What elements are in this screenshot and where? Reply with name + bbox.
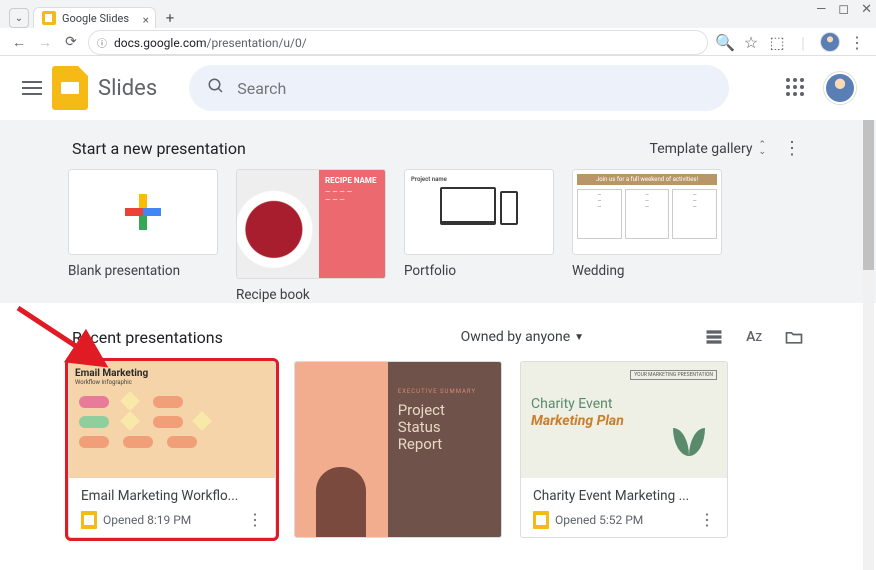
open-picker-icon[interactable] [784,327,804,347]
template-gallery-section: Start a new presentation Template galler… [0,120,876,303]
template-portfolio[interactable]: Project name Portfolio [404,169,554,279]
product-name: Slides [98,76,157,101]
window-controls: — ◻ ✕ [816,2,872,17]
template-label: Blank presentation [68,263,218,279]
template-wedding[interactable]: Join us for a full weekend of activities… [572,169,722,279]
app-header: Slides [0,56,876,120]
plus-icon [69,170,217,254]
recent-section: Recent presentations Owned by anyone ▼ A… [0,303,876,558]
tab-title: Google Slides [62,12,129,25]
owner-filter-label: Owned by anyone [461,329,571,345]
tab-strip: ⌄ Google Slides × + — ◻ ✕ [0,0,876,28]
thumb-title: Email Marketing [75,368,269,379]
sort-az-icon[interactable]: AZ [746,327,762,347]
chrome-menu-icon[interactable]: ⋮ [848,33,866,51]
main-menu-button[interactable] [20,76,44,100]
minimize-icon[interactable]: — [816,2,826,17]
unfold-icon: ⌃⌄ [758,142,766,156]
zoom-icon[interactable]: 🔍 [716,33,734,51]
caret-down-icon: ▼ [574,332,584,343]
scrollbar[interactable] [863,120,874,570]
templates-row: Blank presentation RECIPE NAME— — — —— —… [68,169,808,279]
maximize-icon[interactable]: ◻ [838,2,849,17]
phone-icon [500,191,518,225]
template-gallery-button[interactable]: Template gallery ⌃⌄ [650,141,766,157]
doc-card-project-status[interactable]: EXECUTIVE SUMMARY ProjectStatusReport Pr… [294,361,502,538]
extensions-icon[interactable]: ⬚ [768,33,786,51]
template-recipe-book[interactable]: RECIPE NAME— — — —— — — Recipe book [236,169,386,279]
template-blank[interactable]: Blank presentation [68,169,218,279]
recent-heading: Recent presentations [72,328,223,347]
close-window-icon[interactable]: ✕ [861,2,872,17]
doc-title: Charity Event Marketing ... [533,488,715,504]
portfolio-badge: Project name [411,176,447,183]
doc-card-email-marketing[interactable]: Email Marketing Workflow Infographic [68,361,276,538]
chevron-down-icon: ⌄ [15,13,23,24]
browser-chrome: ⌄ Google Slides × + — ◻ ✕ ← → ⟳ ⓘ docs.g… [0,0,876,56]
wedding-banner: Join us for a full weekend of activities… [577,174,717,185]
thumb-subtitle: Workflow Infographic [75,379,269,386]
recent-docs-row: Email Marketing Workflow Infographic [68,361,808,538]
list-view-icon[interactable] [704,327,724,347]
forward-icon[interactable]: → [36,34,54,51]
profile-chip[interactable]: ⌄ [9,8,29,28]
back-icon[interactable]: ← [10,34,28,51]
scrollbar-thumb[interactable] [863,120,874,270]
new-tab-button[interactable]: + [160,8,180,28]
address-bar[interactable]: ⓘ docs.google.com/presentation/u/0/ [88,30,708,55]
doc-more-button[interactable]: ⋮ [699,510,715,529]
template-label: Wedding [572,263,722,279]
recipe-photo [237,170,319,278]
search-icon [207,77,225,100]
slides-file-icon [533,511,549,529]
leaf-icon [673,428,713,468]
gallery-heading: Start a new presentation [72,139,246,158]
main-content: Start a new presentation Template galler… [0,120,876,570]
url-path: /presentation/u/0/ [207,36,307,50]
slides-logo-icon[interactable] [52,66,88,110]
doc-card-charity-event[interactable]: YOUR MARKETING PRESENTATION Charity Even… [520,361,728,538]
laptop-icon [440,187,496,225]
doc-thumbnail: Email Marketing Workflow Infographic [69,362,275,478]
reload-icon[interactable]: ⟳ [62,34,80,50]
browser-tab[interactable]: Google Slides × [33,7,156,28]
bookmark-icon[interactable]: ☆ [742,33,760,51]
doc-opened-time: Opened 5:52 PM [555,513,693,527]
thumb-badge: EXECUTIVE SUMMARY [398,388,476,395]
profile-avatar-icon[interactable] [820,32,840,52]
gallery-more-button[interactable]: ⋮ [780,138,804,159]
doc-thumbnail: EXECUTIVE SUMMARY ProjectStatusReport [295,362,501,537]
owner-filter-button[interactable]: Owned by anyone ▼ [461,329,584,345]
google-apps-icon[interactable] [786,78,806,98]
url-domain: docs.google.com [114,36,207,50]
thumb-tag: YOUR MARKETING PRESENTATION [630,370,717,380]
divider: | [794,33,812,51]
close-tab-icon[interactable]: × [143,13,149,27]
doc-more-button[interactable]: ⋮ [247,510,263,529]
slides-file-icon [81,511,97,529]
template-gallery-label: Template gallery [650,141,753,157]
site-info-icon[interactable]: ⓘ [97,39,107,50]
recipe-badge: RECIPE NAME [325,176,379,185]
doc-thumbnail: YOUR MARKETING PRESENTATION Charity Even… [521,362,727,478]
template-label: Recipe book [236,287,386,303]
search-input[interactable] [237,79,711,98]
account-avatar[interactable] [824,72,856,104]
slides-favicon-icon [42,11,56,25]
doc-opened-time: Opened 8:19 PM [103,513,241,527]
search-bar[interactable] [189,65,729,111]
address-row: ← → ⟳ ⓘ docs.google.com/presentation/u/0… [0,28,876,56]
doc-title: Email Marketing Workflo... [81,488,263,504]
template-label: Portfolio [404,263,554,279]
